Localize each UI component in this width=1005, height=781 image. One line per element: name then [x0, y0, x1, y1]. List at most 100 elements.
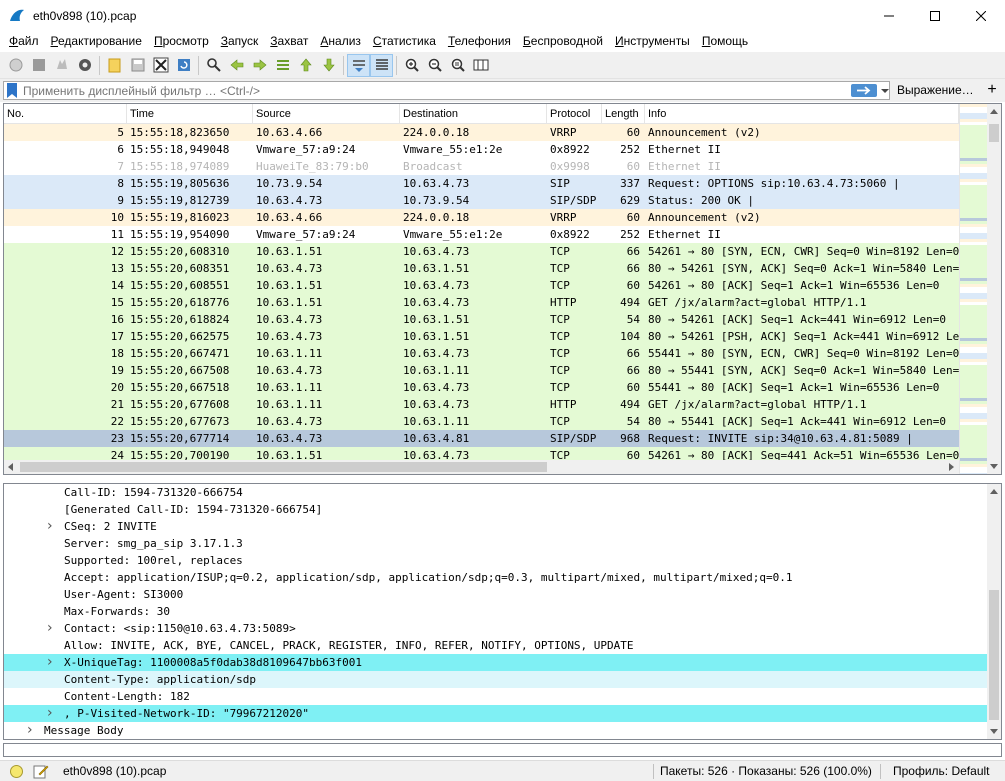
packet-row[interactable]: 16 15:55:20,618824 10.63.4.73 10.63.1.51 TCP…	[4, 311, 959, 328]
display-filter-input[interactable]	[23, 82, 843, 99]
menu-item-3[interactable]: Запуск	[215, 31, 265, 52]
close-button[interactable]	[958, 0, 1004, 31]
packet-bytes-pane[interactable]	[3, 743, 1002, 757]
expert-info-indicator[interactable]	[10, 765, 23, 778]
expand-chevron-icon[interactable]: ›	[47, 620, 57, 637]
go-to-packet-button[interactable]	[271, 54, 294, 77]
detail-row[interactable]: User-Agent: SI3000	[4, 586, 987, 603]
apply-filter-button[interactable]	[851, 84, 877, 97]
menu-item-6[interactable]: Статистика	[367, 31, 442, 52]
detail-row[interactable]: Call-ID: 1594-731320-666754	[4, 484, 987, 501]
detail-row[interactable]: Allow: INVITE, ACK, BYE, CANCEL, PRACK, …	[4, 637, 987, 654]
detail-row[interactable]: Server: smg_pa_sip 3.17.1.3	[4, 535, 987, 552]
packet-row[interactable]: 15 15:55:20,618776 10.63.1.51 10.63.4.73 HTT…	[4, 294, 959, 311]
detail-row[interactable]: › X-UniqueTag: 1100008a5f0dab38d8109647bb…	[4, 654, 987, 671]
packet-row[interactable]: 8 15:55:19,805636 10.73.9.54 10.63.4.73 SIP 3…	[4, 175, 959, 192]
menu-item-2[interactable]: Просмотр	[148, 31, 215, 52]
menu-item-7[interactable]: Телефония	[442, 31, 517, 52]
detail-row[interactable]: › Message Body	[4, 722, 987, 739]
column-no-header[interactable]: No.	[4, 104, 127, 124]
expand-chevron-icon[interactable]: ›	[47, 518, 57, 535]
menu-item-0[interactable]: Файл	[3, 31, 45, 52]
menu-item-9[interactable]: Инструменты	[609, 31, 696, 52]
expand-chevron-icon[interactable]: ›	[27, 722, 37, 739]
detail-row[interactable]: › CSeq: 2 INVITE	[4, 518, 987, 535]
packet-row[interactable]: 7 15:55:18,974089 HuaweiTe_83:79:b0 Broadca…	[4, 158, 959, 175]
scroll-down-icon[interactable]	[990, 462, 998, 470]
last-packet-button[interactable]	[317, 54, 340, 77]
status-profile[interactable]: Профиль: Default	[893, 761, 990, 781]
packet-row[interactable]: 13 15:55:20,608351 10.63.4.73 10.63.1.51 TCP…	[4, 260, 959, 277]
chevron-down-icon[interactable]	[880, 85, 890, 97]
column-destination-header[interactable]: Destination	[400, 104, 547, 124]
add-filter-button[interactable]: +	[984, 81, 1000, 99]
autoscroll-button[interactable]	[347, 53, 370, 77]
packet-row[interactable]: 17 15:55:20,662575 10.63.4.73 10.63.1.51 TCP…	[4, 328, 959, 345]
scrollbar-thumb[interactable]	[989, 590, 999, 720]
stop-capture-button[interactable]	[27, 54, 50, 77]
packet-row[interactable]: 14 15:55:20,608551 10.63.1.51 10.63.4.73 TCP…	[4, 277, 959, 294]
scroll-left-icon[interactable]	[7, 463, 15, 471]
bookmark-icon[interactable]	[6, 83, 18, 98]
first-packet-button[interactable]	[294, 54, 317, 77]
column-source-header[interactable]: Source	[253, 104, 400, 124]
scroll-up-icon[interactable]	[990, 108, 998, 116]
find-packet-button[interactable]	[202, 54, 225, 77]
zoom-out-button[interactable]	[423, 54, 446, 77]
packet-row[interactable]: 18 15:55:20,667471 10.63.1.11 10.63.4.73 TCP…	[4, 345, 959, 362]
packet-details-pane[interactable]: Call-ID: 1594-731320-666754 [Generated Ca…	[3, 483, 1002, 740]
detail-row[interactable]: Content-Type: application/sdp	[4, 671, 987, 688]
scroll-down-icon[interactable]	[990, 727, 998, 735]
detail-row[interactable]: › Contact: <sip:1150@10.63.4.73:5089>	[4, 620, 987, 637]
packet-row[interactable]: 12 15:55:20,608310 10.63.1.51 10.63.4.73 TCP…	[4, 243, 959, 260]
menu-item-10[interactable]: Помощь	[696, 31, 754, 52]
scrollbar-thumb[interactable]	[20, 462, 547, 472]
menu-item-4[interactable]: Захват	[264, 31, 314, 52]
go-back-button[interactable]	[225, 54, 248, 77]
column-info-header[interactable]: Info	[645, 104, 959, 124]
detail-row[interactable]: › , P-Visited-Network-ID: "79967212020"	[4, 705, 987, 722]
restart-capture-button[interactable]	[50, 54, 73, 77]
open-file-button[interactable]	[103, 54, 126, 77]
scrollbar-thumb[interactable]	[989, 124, 999, 142]
capture-options-button[interactable]	[73, 54, 96, 77]
packet-row[interactable]: 21 15:55:20,677608 10.63.1.11 10.63.4.73 HTT…	[4, 396, 959, 413]
menu-item-5[interactable]: Анализ	[314, 31, 367, 52]
scroll-right-icon[interactable]	[947, 463, 955, 471]
packet-minimap[interactable]	[959, 104, 987, 474]
details-vertical-scrollbar[interactable]	[987, 484, 1001, 739]
go-forward-button[interactable]	[248, 54, 271, 77]
detail-row[interactable]: Supported: 100rel, replaces	[4, 552, 987, 569]
packet-row[interactable]: 23 15:55:20,677714 10.63.4.73 10.63.4.81 SIP…	[4, 430, 959, 447]
menu-item-1[interactable]: Редактирование	[45, 31, 148, 52]
column-time-header[interactable]: Time	[127, 104, 253, 124]
packet-row[interactable]: 22 15:55:20,677673 10.63.4.73 10.63.1.11 TCP…	[4, 413, 959, 430]
column-length-header[interactable]: Length	[602, 104, 645, 124]
column-protocol-header[interactable]: Protocol	[547, 104, 602, 124]
packet-row[interactable]: 11 15:55:19,954090 Vmware_57:a9:24 Vmware_5…	[4, 226, 959, 243]
reload-file-button[interactable]	[172, 54, 195, 77]
packet-row[interactable]: 5 15:55:18,823650 10.63.4.66 224.0.0.18 VRRP…	[4, 124, 959, 141]
packet-row[interactable]: 19 15:55:20,667508 10.63.4.73 10.63.1.11 TCP…	[4, 362, 959, 379]
zoom-in-button[interactable]	[400, 54, 423, 77]
expand-chevron-icon[interactable]: ›	[47, 705, 57, 722]
save-file-button[interactable]	[126, 54, 149, 77]
packet-row[interactable]: 10 15:55:19,816023 10.63.4.66 224.0.0.18 VRR…	[4, 209, 959, 226]
packet-list-vertical-scrollbar[interactable]	[987, 104, 1001, 474]
packet-row[interactable]: 6 15:55:18,949048 Vmware_57:a9:24 Vmware_55…	[4, 141, 959, 158]
start-capture-button[interactable]	[4, 54, 27, 77]
capture-comment-icon[interactable]	[33, 764, 49, 779]
detail-row[interactable]: Accept: application/ISUP;q=0.2, applicat…	[4, 569, 987, 586]
packet-list[interactable]: No. Time Source Destination Protocol Length In…	[3, 103, 1002, 475]
packet-row[interactable]: 24 15:55:20,700190 10.63.1.51 10.63.4.73 TCP…	[4, 447, 959, 460]
normal-size-button[interactable]	[446, 54, 469, 77]
packet-row[interactable]: 9 15:55:19,812739 10.63.4.73 10.73.9.54 SIP/…	[4, 192, 959, 209]
scroll-up-icon[interactable]	[990, 488, 998, 496]
expression-button[interactable]: Выражение…	[897, 79, 974, 102]
maximize-button[interactable]	[912, 0, 958, 31]
resize-columns-button[interactable]	[469, 54, 492, 77]
expand-chevron-icon[interactable]: ›	[47, 654, 57, 671]
detail-row[interactable]: [Generated Call-ID: 1594-731320-666754]	[4, 501, 987, 518]
colorize-button[interactable]	[370, 53, 393, 77]
detail-row[interactable]: Max-Forwards: 30	[4, 603, 987, 620]
